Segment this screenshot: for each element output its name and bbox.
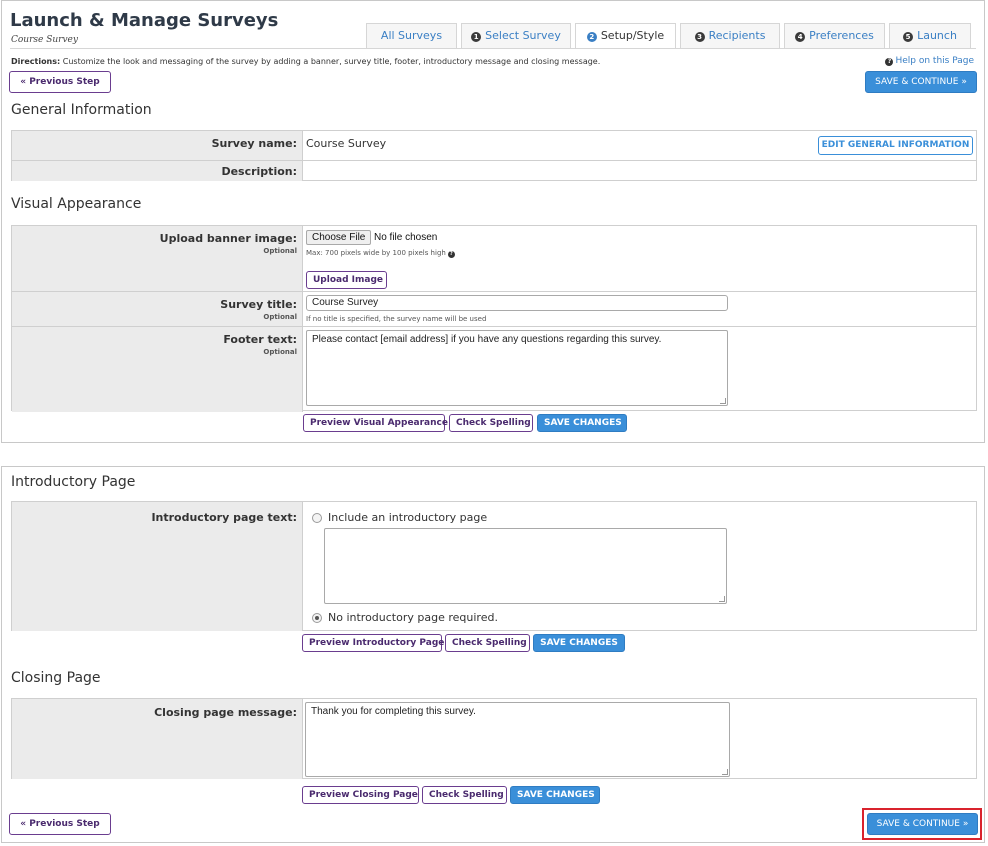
introductory-page-textarea[interactable] <box>324 528 727 604</box>
setup-panel-bottom: Introductory Page Introductory page text… <box>1 466 985 843</box>
closing-page-label: Closing page message: <box>154 706 297 719</box>
no-intro-label: No introductory page required. <box>328 611 498 624</box>
step-1-icon: 1 <box>471 32 482 42</box>
survey-name-value: Course Survey <box>306 137 387 150</box>
previous-step-button-bottom[interactable]: « Previous Step <box>9 813 111 835</box>
survey-title-label: Survey title: <box>220 298 297 311</box>
info-icon[interactable]: ? <box>447 251 455 258</box>
tabs-divider <box>10 48 976 49</box>
page-title: Launch & Manage Surveys <box>10 10 279 31</box>
preview-closing-page-button[interactable]: Preview Closing Page <box>302 786 419 804</box>
visual-appearance-table: Upload banner image: Optional Choose Fil… <box>11 225 977 412</box>
save-changes-button-closing[interactable]: SAVE CHANGES <box>510 786 600 804</box>
survey-title-row: Survey title: Optional Course Survey If … <box>12 292 976 327</box>
step-4-icon: 4 <box>795 32 806 42</box>
preview-visual-appearance-button[interactable]: Preview Visual Appearance <box>303 414 448 432</box>
save-changes-button-visual[interactable]: SAVE CHANGES <box>537 414 627 432</box>
no-intro-radio[interactable] <box>312 613 322 623</box>
survey-title-optional-label: Optional <box>263 313 297 321</box>
save-continue-button-top[interactable]: SAVE & CONTINUE » <box>865 71 977 93</box>
closing-page-textarea[interactable]: Thank you for completing this survey. <box>305 702 730 777</box>
footer-text-textarea[interactable]: Please contact [email address] if you ha… <box>306 330 728 406</box>
general-information-heading: General Information <box>11 102 152 118</box>
choose-file-button[interactable]: Choose File <box>306 230 372 245</box>
no-file-chosen-text: No file chosen <box>374 232 438 243</box>
footer-optional-label: Optional <box>263 348 297 356</box>
description-row: Description: <box>12 161 976 181</box>
step-3-icon: 3 <box>694 32 705 42</box>
footer-text-row: Footer text: Optional Please contact [em… <box>12 327 976 412</box>
closing-page-row: Closing page message: Thank you for comp… <box>12 699 976 779</box>
step-2-icon: 2 <box>586 32 597 42</box>
resize-handle[interactable] <box>719 596 725 602</box>
introductory-page-table: Introductory page text: Include an intro… <box>11 501 977 631</box>
include-intro-label: Include an introductory page <box>328 511 488 524</box>
introductory-page-heading: Introductory Page <box>11 474 136 490</box>
help-icon: ? <box>885 58 894 66</box>
tab-recipients[interactable]: 3 Recipients <box>680 23 780 48</box>
visual-appearance-heading: Visual Appearance <box>11 196 142 212</box>
general-information-table: Survey name: Course Survey EDIT GENERAL … <box>11 130 977 181</box>
tab-launch[interactable]: 5 Launch <box>889 23 971 48</box>
survey-title-input[interactable]: Course Survey <box>306 295 728 311</box>
introductory-page-label: Introductory page text: <box>151 511 297 524</box>
footer-text-label: Footer text: <box>223 333 297 346</box>
save-changes-button-intro[interactable]: SAVE CHANGES <box>533 634 625 652</box>
survey-title-hint: If no title is specified, the survey nam… <box>306 315 487 323</box>
banner-image-row: Upload banner image: Optional Choose Fil… <box>12 226 976 292</box>
upload-image-button[interactable]: Upload Image <box>306 271 387 289</box>
banner-size-hint: Max: 700 pixels wide by 100 pixels high? <box>306 249 455 258</box>
previous-step-button[interactable]: « Previous Step <box>9 71 111 93</box>
check-spelling-button-intro[interactable]: Check Spelling <box>445 634 530 652</box>
description-label: Description: <box>221 165 297 178</box>
tab-preferences[interactable]: 4 Preferences <box>784 23 885 48</box>
preview-introductory-page-button[interactable]: Preview Introductory Page <box>302 634 444 652</box>
save-continue-button-bottom[interactable]: SAVE & CONTINUE » <box>867 813 978 835</box>
help-link[interactable]: ? Help on this Page <box>885 56 974 66</box>
page-subtitle: Course Survey <box>11 35 78 45</box>
closing-page-table: Closing page message: Thank you for comp… <box>11 698 977 779</box>
tab-setup-style[interactable]: 2 Setup/Style <box>575 23 676 49</box>
resize-handle[interactable] <box>722 769 728 775</box>
edit-general-information-button[interactable]: EDIT GENERAL INFORMATION <box>818 136 973 155</box>
check-spelling-button-visual[interactable]: Check Spelling <box>449 414 533 432</box>
resize-handle[interactable] <box>720 398 726 404</box>
tab-select-survey[interactable]: 1 Select Survey <box>461 23 571 48</box>
banner-optional-label: Optional <box>263 247 297 255</box>
setup-panel-top: Launch & Manage Surveys Course Survey Al… <box>1 0 985 443</box>
survey-name-label: Survey name: <box>211 137 297 150</box>
directions-text: Directions: Customize the look and messa… <box>11 57 601 66</box>
include-intro-radio[interactable] <box>312 513 322 523</box>
introductory-page-row: Introductory page text: Include an intro… <box>12 502 976 631</box>
survey-name-row: Survey name: Course Survey EDIT GENERAL … <box>12 131 976 161</box>
closing-page-heading: Closing Page <box>11 670 101 686</box>
tab-all-surveys[interactable]: All Surveys <box>366 23 457 48</box>
check-spelling-button-closing[interactable]: Check Spelling <box>422 786 507 804</box>
step-5-icon: 5 <box>903 32 914 42</box>
banner-image-label: Upload banner image: <box>159 232 297 245</box>
